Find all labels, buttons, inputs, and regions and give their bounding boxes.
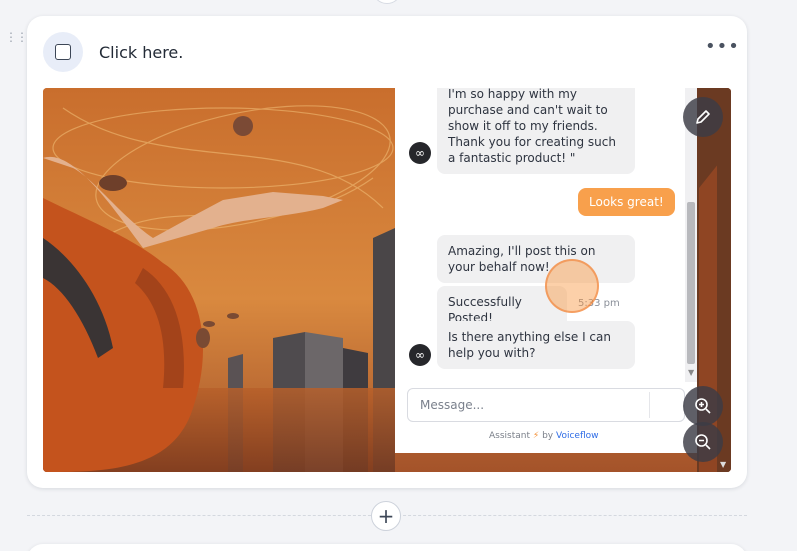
voiceflow-link[interactable]: Voiceflow <box>556 431 599 441</box>
zoom-out-icon <box>695 434 711 450</box>
scroll-down-arrow-icon[interactable]: ▼ <box>688 368 694 377</box>
assistant-avatar-icon: ∞ <box>409 344 431 366</box>
step-checkbox-wrapper[interactable] <box>43 32 83 72</box>
powered-by-footer: Assistant ⚡ by Voiceflow <box>489 431 599 441</box>
zoom-in-button[interactable] <box>683 386 723 426</box>
powered-prefix: Assistant <box>489 431 531 441</box>
step-screenshot: ▼ ▼ I'm so happy with my purchase and ca… <box>43 88 731 472</box>
pencil-icon <box>696 110 710 124</box>
input-divider <box>649 392 650 418</box>
add-step-button[interactable]: + <box>371 501 401 531</box>
drag-handle-icon[interactable]: ⋮⋮ <box>5 31 28 49</box>
assistant-message-2: Amazing, I'll post this on your behalf n… <box>437 235 635 283</box>
assistant-avatar-icon: ∞ <box>409 142 431 164</box>
zoom-out-button[interactable] <box>683 422 723 462</box>
chat-scrollbar-thumb[interactable] <box>687 202 695 364</box>
outer-scroll-down-arrow-icon[interactable]: ▼ <box>720 460 726 469</box>
bolt-icon: ⚡ <box>532 431 540 441</box>
step-title: Click here. <box>99 43 184 62</box>
click-indicator <box>545 259 599 313</box>
user-message: Looks great! <box>578 188 675 216</box>
assistant-message-4: Is there anything else I can help you wi… <box>437 321 635 369</box>
add-step-top-button[interactable] <box>372 0 402 4</box>
powered-by-label: by <box>542 431 554 441</box>
step-checkbox[interactable] <box>55 44 71 60</box>
zoom-in-icon <box>695 398 711 414</box>
message-input[interactable] <box>407 388 685 422</box>
edit-button[interactable] <box>683 97 723 137</box>
assistant-message-1: I'm so happy with my purchase and can't … <box>437 88 635 174</box>
more-options-icon[interactable]: ••• <box>705 36 740 57</box>
step-card: Click here. ••• ▼ ▼ I'm so happy with my… <box>27 16 747 488</box>
next-step-card <box>27 544 747 551</box>
